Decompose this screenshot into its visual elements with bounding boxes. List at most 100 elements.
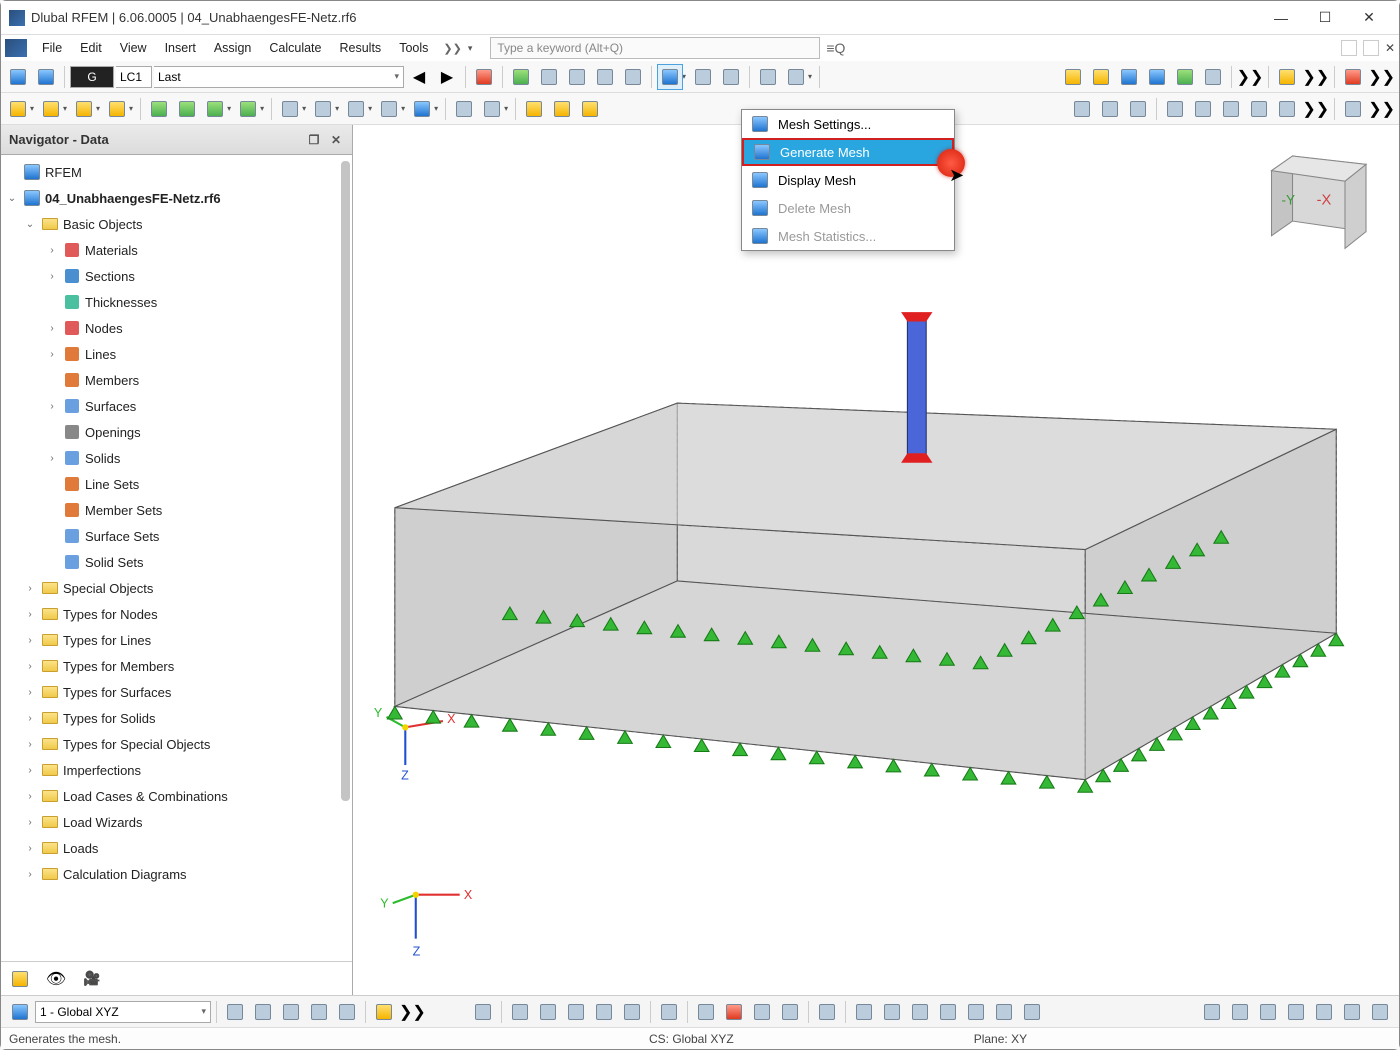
tree-item[interactable]: › Materials: [1, 237, 352, 263]
toolbar-overflow-icon[interactable]: ❯❯: [1237, 67, 1264, 87]
mesh-dropdown-button[interactable]: [657, 64, 683, 90]
toolbar-button[interactable]: [310, 96, 336, 122]
toolbar-button[interactable]: [277, 96, 303, 122]
toolbar-button[interactable]: [577, 96, 603, 122]
lc-next-button[interactable]: ▶: [434, 64, 460, 90]
toolbar-button[interactable]: [250, 999, 276, 1025]
toolbar-button[interactable]: [1190, 96, 1216, 122]
toolbar-button[interactable]: [376, 96, 402, 122]
mdi-restore-button[interactable]: [1363, 40, 1379, 56]
search-input[interactable]: Type a keyword (Alt+Q): [490, 37, 820, 59]
menu-dropdown-icon[interactable]: ▾: [468, 43, 473, 54]
toolbar-button[interactable]: [1367, 999, 1393, 1025]
tree-root[interactable]: RFEM: [1, 159, 352, 185]
toolbar-overflow-icon[interactable]: ❯❯: [1368, 99, 1395, 119]
toolbar-button[interactable]: [235, 96, 261, 122]
menu-edit[interactable]: Edit: [71, 38, 111, 58]
tree-item[interactable]: › Surfaces: [1, 393, 352, 419]
menu-insert[interactable]: Insert: [156, 38, 205, 58]
toolbar-button[interactable]: [1199, 999, 1225, 1025]
lc-id-box[interactable]: LC1: [116, 66, 152, 88]
toolbar-button[interactable]: [470, 999, 496, 1025]
tree-folder[interactable]: › Special Objects: [1, 575, 352, 601]
toolbar-button[interactable]: [749, 999, 775, 1025]
navigator-tree[interactable]: RFEM ⌄04_UnabhaengesFE-Netz.rf6 ⌄Basic O…: [1, 155, 352, 961]
toolbar-button[interactable]: [1019, 999, 1045, 1025]
toolbar-button[interactable]: [146, 96, 172, 122]
tree-folder[interactable]: › Types for Nodes: [1, 601, 352, 627]
lc-code-box[interactable]: G: [70, 66, 114, 88]
toolbar-overflow-icon[interactable]: ❯❯: [1302, 99, 1329, 119]
toolbar-overflow-icon[interactable]: ❯❯: [399, 1002, 426, 1022]
toolbar-button[interactable]: [1144, 64, 1170, 90]
toolbar-button[interactable]: [1340, 96, 1366, 122]
model-viewport[interactable]: X Y Z X Y Z -X -Y: [353, 125, 1399, 995]
toolbar-button[interactable]: [1116, 64, 1142, 90]
toolbar-button[interactable]: [174, 96, 200, 122]
scrollbar[interactable]: [341, 161, 350, 801]
tree-folder[interactable]: › Loads: [1, 835, 352, 861]
toolbar-button[interactable]: [5, 64, 31, 90]
toolbar-button[interactable]: [1060, 64, 1086, 90]
toolbar-button[interactable]: [777, 999, 803, 1025]
tree-folder[interactable]: › Types for Members: [1, 653, 352, 679]
toolbar-button[interactable]: [1274, 96, 1300, 122]
lc-name-combo[interactable]: Last▾: [154, 66, 404, 88]
toolbar-button[interactable]: [1200, 64, 1226, 90]
lc-prev-button[interactable]: ◀: [406, 64, 432, 90]
toolbar-button[interactable]: [1162, 96, 1188, 122]
menu-file[interactable]: File: [33, 38, 71, 58]
dropdown-item[interactable]: Display Mesh: [742, 166, 954, 194]
toolbar-button[interactable]: [536, 64, 562, 90]
toolbar-button[interactable]: [1069, 96, 1095, 122]
toolbar-button[interactable]: [1125, 96, 1151, 122]
toolbar-button[interactable]: [278, 999, 304, 1025]
toolbar-button[interactable]: [1246, 96, 1272, 122]
toolbar-button[interactable]: [202, 96, 228, 122]
toolbar-overflow-icon[interactable]: ❯❯: [1302, 67, 1329, 87]
tree-item[interactable]: › Sections: [1, 263, 352, 289]
maximize-button[interactable]: ☐: [1303, 3, 1347, 33]
minimize-button[interactable]: —: [1259, 3, 1303, 33]
tree-basic-objects[interactable]: ⌄Basic Objects: [1, 211, 352, 237]
toolbar-button[interactable]: [33, 64, 59, 90]
tree-item[interactable]: Solid Sets: [1, 549, 352, 575]
toolbar-button[interactable]: [1339, 999, 1365, 1025]
tree-item[interactable]: Member Sets: [1, 497, 352, 523]
toolbar-button[interactable]: [371, 999, 397, 1025]
toolbar-button[interactable]: [306, 999, 332, 1025]
nav-tab-views[interactable]: 🎥: [79, 966, 105, 992]
dropdown-item[interactable]: Mesh Settings...: [742, 110, 954, 138]
tree-folder[interactable]: › Types for Surfaces: [1, 679, 352, 705]
toolbar-button[interactable]: [222, 999, 248, 1025]
toolbar-button[interactable]: [935, 999, 961, 1025]
toolbar-button[interactable]: [549, 96, 575, 122]
toolbar-button[interactable]: [1311, 999, 1337, 1025]
toolbar-button[interactable]: [783, 64, 809, 90]
toolbar-button[interactable]: [508, 64, 534, 90]
toolbar-button[interactable]: [1172, 64, 1198, 90]
panel-close-button[interactable]: ✕: [328, 132, 344, 148]
toolbar-button[interactable]: [5, 96, 31, 122]
toolbar-button[interactable]: [1218, 96, 1244, 122]
toolbar-button[interactable]: [471, 64, 497, 90]
toolbar-button[interactable]: [1274, 64, 1300, 90]
toolbar-button[interactable]: [851, 999, 877, 1025]
search-q-icon[interactable]: ≡Q: [826, 40, 845, 56]
toolbar-button[interactable]: [535, 999, 561, 1025]
tree-item[interactable]: › Solids: [1, 445, 352, 471]
toolbar-button[interactable]: [1283, 999, 1309, 1025]
menu-overflow-icon[interactable]: ❯❯: [443, 42, 461, 55]
tree-folder[interactable]: › Load Wizards: [1, 809, 352, 835]
menu-results[interactable]: Results: [331, 38, 391, 58]
nav-tab-display[interactable]: 👁: [43, 966, 69, 992]
toolbar-button[interactable]: [1097, 96, 1123, 122]
toolbar-button[interactable]: [656, 999, 682, 1025]
tree-folder[interactable]: › Calculation Diagrams: [1, 861, 352, 887]
menu-calculate[interactable]: Calculate: [260, 38, 330, 58]
toolbar-button[interactable]: [991, 999, 1017, 1025]
mdi-minimize-button[interactable]: [1341, 40, 1357, 56]
toolbar-button[interactable]: [879, 999, 905, 1025]
panel-undock-button[interactable]: ❐: [306, 132, 322, 148]
toolbar-button[interactable]: [1088, 64, 1114, 90]
